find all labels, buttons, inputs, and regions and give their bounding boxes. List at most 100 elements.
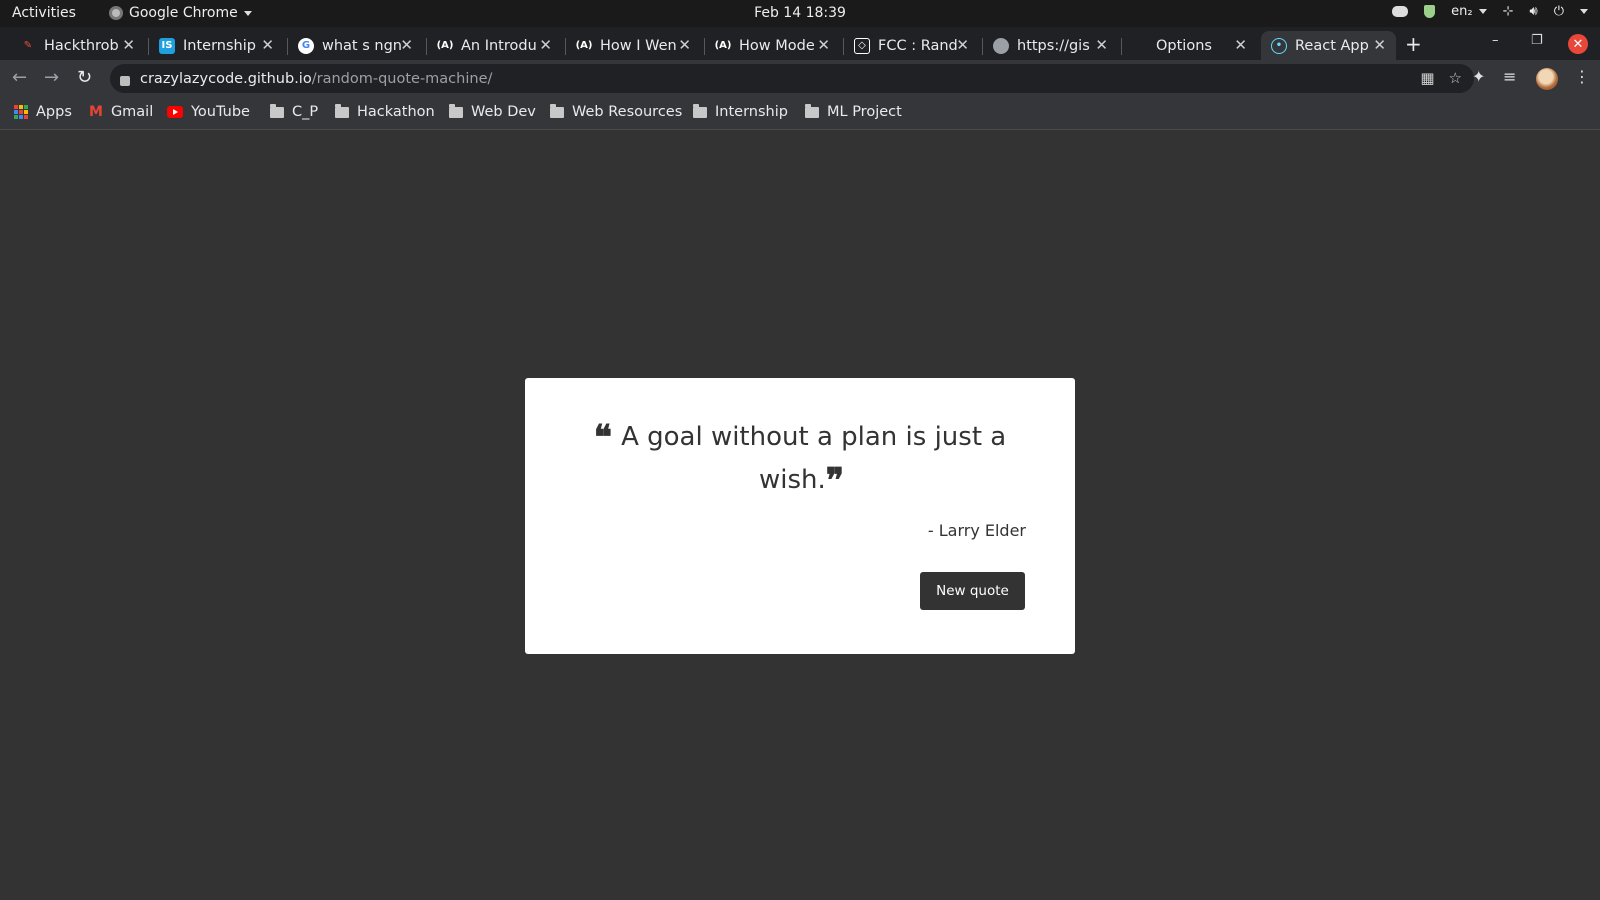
bookmark-youtube[interactable]: YouTube bbox=[167, 104, 250, 120]
close-tab-icon[interactable]: ✕ bbox=[539, 36, 552, 54]
app-menu[interactable]: Google Chrome bbox=[109, 5, 252, 21]
app-menu-label: Google Chrome bbox=[129, 5, 238, 21]
close-tab-icon[interactable]: ✕ bbox=[122, 36, 135, 54]
network-icon[interactable]: ⊹ bbox=[1503, 4, 1514, 19]
shield-icon[interactable] bbox=[1424, 5, 1436, 18]
forward-button[interactable]: → bbox=[44, 67, 59, 88]
tab-title: React App bbox=[1295, 37, 1369, 54]
folder-icon bbox=[335, 103, 349, 118]
discord-icon[interactable] bbox=[1392, 6, 1409, 17]
bookmark-folder-internship[interactable]: Internship bbox=[693, 103, 788, 120]
keyboard-layout-label: en₂ bbox=[1451, 4, 1473, 19]
tab[interactable]: (A) How I Wen ✕ bbox=[566, 31, 701, 60]
codepen-icon: ◇ bbox=[854, 37, 870, 54]
bookmark-folder-hackathon[interactable]: Hackathon bbox=[335, 103, 435, 120]
bookmark-folder-web-resources[interactable]: Web Resources bbox=[550, 103, 682, 120]
url-host: crazylazycode.github.io bbox=[140, 70, 312, 87]
system-top-bar: Activities Google Chrome Feb 14 18:39 en… bbox=[0, 0, 1600, 27]
volume-icon[interactable]: 🔊︎ bbox=[1530, 4, 1538, 19]
angular-icon: (A) bbox=[436, 40, 454, 51]
close-tab-icon[interactable]: ✕ bbox=[1234, 36, 1247, 54]
new-tab-button[interactable]: + bbox=[1405, 32, 1422, 56]
chrome-icon bbox=[109, 6, 123, 20]
window-close-button[interactable]: ✕ bbox=[1568, 34, 1588, 54]
tab[interactable]: Options ✕ bbox=[1122, 31, 1257, 60]
new-quote-button[interactable]: New quote bbox=[920, 572, 1025, 610]
tab-title: https://gis bbox=[1017, 37, 1090, 54]
bookmark-apps[interactable]: Apps bbox=[14, 104, 72, 120]
reload-button[interactable]: ↻ bbox=[77, 67, 92, 88]
bookmark-label: Hackathon bbox=[357, 104, 435, 120]
address-bar[interactable]: crazylazycode.github.io/random-quote-mac… bbox=[110, 64, 1474, 93]
close-tab-icon[interactable]: ✕ bbox=[400, 36, 413, 54]
bookmark-label: Gmail bbox=[110, 104, 154, 120]
chevron-down-icon bbox=[1478, 9, 1487, 14]
menu-icon[interactable]: ⋮ bbox=[1574, 67, 1590, 86]
tab[interactable]: (A) An Introdu ✕ bbox=[427, 31, 562, 60]
tab[interactable]: (A) How Mode ✕ bbox=[705, 31, 840, 60]
back-button[interactable]: ← bbox=[12, 67, 27, 88]
angular-icon: (A) bbox=[575, 40, 593, 51]
tab[interactable]: ✎ Hackthrob ✕ bbox=[10, 31, 145, 60]
quote-box: ❝ A goal without a plan is just a wish.❞ … bbox=[525, 378, 1075, 654]
tab[interactable]: IS Internship ✕ bbox=[149, 31, 284, 60]
tab[interactable]: G what s ngn ✕ bbox=[288, 31, 423, 60]
bookmark-folder-web-dev[interactable]: Web Dev bbox=[449, 103, 536, 120]
apps-grid-icon bbox=[14, 105, 28, 119]
folder-icon bbox=[550, 103, 564, 118]
youtube-icon bbox=[167, 106, 183, 118]
chevron-down-icon[interactable] bbox=[1580, 9, 1588, 14]
bookmark-gmail[interactable]: M Gmail bbox=[89, 104, 153, 120]
bookmark-folder-ml-project[interactable]: ML Project bbox=[805, 103, 902, 120]
media-control-icon[interactable]: ≡ bbox=[1503, 67, 1516, 86]
profile-avatar[interactable] bbox=[1536, 68, 1558, 90]
qr-code-icon[interactable]: ▦ bbox=[1420, 69, 1434, 87]
activities-button[interactable]: Activities bbox=[12, 5, 76, 21]
folder-icon bbox=[805, 103, 819, 118]
bookmark-label: C_P bbox=[292, 104, 319, 120]
tab-title: Hackthrob bbox=[44, 37, 119, 54]
bookmark-label: Apps bbox=[36, 104, 72, 120]
chevron-down-icon bbox=[243, 10, 252, 16]
minimize-button[interactable]: – bbox=[1492, 33, 1499, 48]
tab-title: Options bbox=[1156, 37, 1212, 54]
tab-title: FCC : Rand bbox=[878, 37, 958, 54]
folder-icon bbox=[270, 103, 284, 118]
gmail-icon: M bbox=[89, 104, 103, 120]
angular-icon: (A) bbox=[714, 40, 732, 51]
close-quote-icon: ❞ bbox=[825, 461, 844, 501]
browser-toolbar: ← → ↻ crazylazycode.github.io/random-quo… bbox=[0, 60, 1600, 97]
system-tray: en₂ ⊹ 🔊︎ ⏻ bbox=[1392, 4, 1588, 19]
bookmark-star-icon[interactable]: ☆ bbox=[1449, 69, 1462, 87]
bookmark-label: YouTube bbox=[191, 104, 250, 120]
close-tab-icon[interactable]: ✕ bbox=[261, 36, 274, 54]
bookmark-label: Internship bbox=[715, 104, 788, 120]
folder-icon bbox=[449, 103, 463, 118]
close-tab-icon[interactable]: ✕ bbox=[956, 36, 969, 54]
extensions-icon[interactable]: ✦ bbox=[1472, 67, 1485, 86]
restore-button[interactable]: ❐ bbox=[1531, 33, 1543, 48]
lock-icon bbox=[120, 75, 130, 86]
tab-strip: ✎ Hackthrob ✕ IS Internship ✕ G what s n… bbox=[0, 27, 1600, 60]
tab-active[interactable]: • React App ✕ bbox=[1261, 31, 1396, 60]
tab[interactable]: ◇ FCC : Rand ✕ bbox=[844, 31, 979, 60]
tab-title: How Mode bbox=[739, 37, 815, 54]
keyboard-layout-indicator[interactable]: en₂ bbox=[1451, 4, 1487, 19]
quote-text: A goal without a plan is just a wish. bbox=[621, 422, 1007, 495]
close-tab-icon[interactable]: ✕ bbox=[817, 36, 830, 54]
close-tab-icon[interactable]: ✕ bbox=[678, 36, 691, 54]
url-path: /random-quote-machine/ bbox=[311, 70, 493, 87]
page-viewport: ❝ A goal without a plan is just a wish.❞ … bbox=[0, 131, 1600, 900]
power-icon[interactable]: ⏻ bbox=[1554, 4, 1564, 19]
close-tab-icon[interactable]: ✕ bbox=[1373, 36, 1386, 54]
bookmark-folder-cp[interactable]: C_P bbox=[270, 103, 319, 120]
github-icon bbox=[993, 37, 1009, 54]
bookmarks-bar: Apps M Gmail YouTube C_P Hackathon Web D… bbox=[0, 97, 1600, 130]
hackthrob-icon: ✎ bbox=[23, 40, 33, 51]
tab[interactable]: https://gis ✕ bbox=[983, 31, 1118, 60]
close-tab-icon[interactable]: ✕ bbox=[1095, 36, 1108, 54]
quote-text-block: ❝ A goal without a plan is just a wish.❞ bbox=[565, 416, 1035, 502]
clock[interactable]: Feb 14 18:39 bbox=[754, 5, 846, 21]
tab-title: How I Wen bbox=[600, 37, 677, 54]
bookmark-label: Web Dev bbox=[471, 104, 536, 120]
